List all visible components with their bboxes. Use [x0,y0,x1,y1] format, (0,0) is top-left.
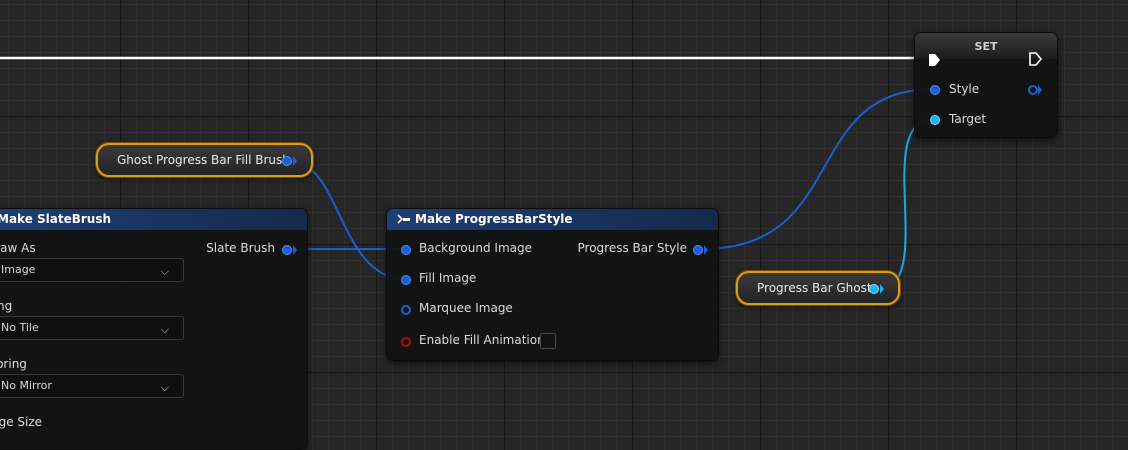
exec-in-pin[interactable] [928,53,942,67]
set-node-title: SET [974,40,998,53]
target-input-label: Target [949,112,987,126]
chevron-down-icon: ⌵ [160,381,169,394]
make-slatebrush-header: Make SlateBrush [0,209,307,230]
ghost-fill-brush-arrow [293,156,297,166]
mirroring-value: No Mirror [1,379,52,392]
mirroring-label: Mirroring [0,357,27,371]
draw-as-dropdown[interactable]: Image ⌵ [0,258,184,282]
set-node[interactable]: SET Style Target [914,32,1058,138]
style-output-pin[interactable] [1028,85,1038,95]
struct-make-icon [397,214,410,224]
progress-bar-ghost-arrow [880,284,884,294]
make-progressbarstyle-node[interactable]: Make ProgressBarStyle Background Image F… [386,208,719,361]
slate-brush-output-pin[interactable] [282,245,292,255]
draw-as-value: Image [1,263,36,276]
progress-bar-style-output-pin[interactable] [693,245,703,255]
chevron-down-icon: ⌵ [160,265,169,278]
enable-fill-animation-pin[interactable] [401,337,411,347]
make-progressbarstyle-title: Make ProgressBarStyle [415,212,573,226]
progress-bar-ghost-output-pin[interactable] [869,284,879,294]
style-output-arrow [1038,85,1042,95]
style-input-pin[interactable] [930,85,940,95]
chevron-down-icon: ⌵ [160,323,169,336]
slate-brush-output-arrow [293,245,297,255]
background-image-pin[interactable] [401,245,411,255]
slate-brush-output-label: Slate Brush [206,241,275,255]
draw-as-label: Draw As [0,241,36,255]
enable-fill-animation-checkbox[interactable] [540,333,556,349]
target-input-pin[interactable] [930,115,940,125]
make-slatebrush-node[interactable]: Make SlateBrush Slate Brush Draw As Imag… [0,208,308,450]
tiling-value: No Tile [1,321,39,334]
marquee-image-label: Marquee Image [419,301,513,315]
wire-target-to-set[interactable] [875,118,935,291]
image-size-label: Image Size [0,415,43,429]
ghost-fill-brush-variable[interactable]: Ghost Progress Bar Fill Brush [96,143,313,177]
make-progressbarstyle-header: Make ProgressBarStyle [387,209,718,230]
progress-bar-ghost-variable[interactable]: Progress Bar Ghost [736,271,900,305]
tiling-label: Tiling [0,299,13,313]
background-image-label: Background Image [419,241,532,255]
ghost-fill-brush-output-pin[interactable] [282,156,292,166]
style-input-label: Style [949,82,980,96]
mirroring-dropdown[interactable]: No Mirror ⌵ [0,374,184,398]
progress-bar-style-output-label: Progress Bar Style [577,241,688,255]
exec-out-pin[interactable] [1029,52,1043,66]
progress-bar-ghost-label: Progress Bar Ghost [757,281,872,295]
marquee-image-pin[interactable] [401,305,411,315]
make-slatebrush-title: Make SlateBrush [0,212,112,226]
fill-image-label: Fill Image [419,271,477,285]
enable-fill-animation-label: Enable Fill Animation [419,333,545,347]
fill-image-pin[interactable] [401,275,411,285]
ghost-fill-brush-label: Ghost Progress Bar Fill Brush [117,153,290,167]
wire-style-to-set[interactable] [701,88,935,250]
tiling-dropdown[interactable]: No Tile ⌵ [0,316,184,340]
progress-bar-style-output-arrow [704,245,708,255]
